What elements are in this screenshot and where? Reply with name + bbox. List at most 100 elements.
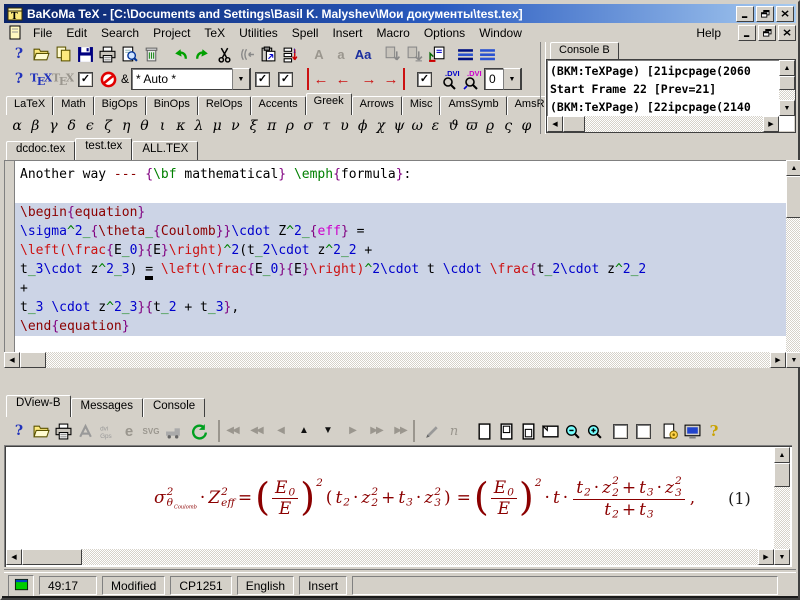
- view-full-page-icon[interactable]: [473, 420, 495, 442]
- console-hscrollbar[interactable]: ◀ ▶: [547, 116, 779, 132]
- greek-symbol-button[interactable]: μ: [208, 118, 226, 134]
- next-error-icon[interactable]: →: [358, 68, 380, 90]
- greek-symbol-button[interactable]: α: [8, 118, 26, 134]
- paste-format-icon[interactable]: [403, 43, 425, 65]
- editor-line[interactable]: \end{equation}: [15, 317, 786, 336]
- redo-icon[interactable]: [191, 43, 213, 65]
- greek-symbol-button[interactable]: β: [26, 118, 44, 134]
- scroll-right-icon[interactable]: ▶: [763, 116, 779, 132]
- mdi-minimize-icon[interactable]: [738, 25, 756, 41]
- fit-visible-icon[interactable]: [539, 420, 561, 442]
- document-icon[interactable]: [8, 25, 22, 40]
- help-icon[interactable]: ?: [8, 43, 30, 65]
- export-html-icon[interactable]: e: [118, 420, 140, 442]
- scroll-left-icon[interactable]: ◀: [6, 549, 22, 565]
- greek-symbol-button[interactable]: κ: [172, 118, 190, 134]
- scroll-up-icon[interactable]: ▲: [779, 60, 795, 76]
- first-page-icon[interactable]: ◀◀: [218, 420, 245, 442]
- paste-special-icon[interactable]: [257, 43, 279, 65]
- editor-line[interactable]: \begin{equation}: [15, 203, 786, 222]
- copy-format-icon[interactable]: [381, 43, 403, 65]
- restore-icon[interactable]: [756, 6, 774, 22]
- delete-icon[interactable]: [140, 43, 162, 65]
- menu-item-file[interactable]: File: [26, 24, 59, 42]
- greek-symbol-button[interactable]: χ: [372, 118, 390, 134]
- goto-page-icon[interactable]: n: [443, 420, 465, 442]
- print-icon[interactable]: [96, 43, 118, 65]
- help-tex-icon[interactable]: ?: [8, 68, 30, 90]
- search-dvi-icon[interactable]: .DVI: [462, 68, 484, 90]
- menu-item-spell[interactable]: Spell: [285, 24, 326, 42]
- close-icon[interactable]: [776, 6, 794, 22]
- export-pdf-icon[interactable]: [74, 420, 96, 442]
- tab-arrows[interactable]: Arrows: [352, 96, 402, 115]
- greek-symbol-button[interactable]: ϕ: [354, 118, 372, 134]
- mdi-close-icon[interactable]: [778, 25, 796, 41]
- option-1-checkbox[interactable]: [255, 72, 270, 87]
- scroll-down-icon[interactable]: ▼: [786, 352, 800, 368]
- greek-symbol-button[interactable]: ϵ: [81, 118, 99, 134]
- render-options-icon[interactable]: [659, 420, 681, 442]
- first-error-icon[interactable]: ←: [307, 68, 332, 90]
- preview-vscrollbar[interactable]: ▲ ▼: [774, 447, 790, 565]
- tab-relops[interactable]: RelOps: [198, 96, 251, 115]
- scroll-right-icon[interactable]: ▶: [770, 352, 786, 368]
- menu-item-utilities[interactable]: Utilities: [232, 24, 285, 42]
- editor-line[interactable]: t_3\cdot z^2_3) = \left(\frac{E_0}{E}\ri…: [15, 260, 786, 279]
- last-page-icon[interactable]: ▶▶: [389, 420, 415, 442]
- scroll-up-icon[interactable]: ▲: [786, 160, 800, 176]
- tab-accents[interactable]: Accents: [251, 96, 306, 115]
- inverse-search-icon[interactable]: [421, 420, 443, 442]
- scroll-left-icon[interactable]: ◀: [4, 352, 20, 368]
- save-icon[interactable]: [74, 43, 96, 65]
- scroll-up-icon[interactable]: ▲: [293, 420, 317, 442]
- about-icon[interactable]: ?: [703, 420, 725, 442]
- greek-symbol-button[interactable]: ϖ: [463, 118, 481, 134]
- menu-item-window[interactable]: Window: [472, 24, 529, 42]
- greek-symbol-button[interactable]: ζ: [99, 118, 117, 134]
- open-file-icon[interactable]: [30, 43, 52, 65]
- source-editor[interactable]: Another way --- {\bf mathematical} \emph…: [4, 160, 786, 352]
- zoom-out-icon[interactable]: [561, 420, 583, 442]
- fit-width-icon[interactable]: [517, 420, 539, 442]
- lowercase-icon[interactable]: a: [330, 43, 352, 65]
- undo-icon[interactable]: [169, 43, 191, 65]
- compile-latex-icon[interactable]: TEX: [30, 68, 52, 90]
- preview-hscrollbar[interactable]: ◀ ▶: [6, 549, 774, 565]
- greek-symbol-button[interactable]: ϑ: [445, 118, 463, 134]
- uppercase-icon[interactable]: A: [308, 43, 330, 65]
- refresh-icon[interactable]: [188, 420, 210, 442]
- scroll-thumb[interactable]: [20, 352, 46, 368]
- option-2-checkbox[interactable]: [278, 72, 293, 87]
- editor-line[interactable]: Another way --- {\bf mathematical} \emph…: [15, 165, 786, 184]
- menu-item-tex[interactable]: TeX: [197, 24, 232, 42]
- zoom-in-icon[interactable]: [583, 420, 605, 442]
- editor-line[interactable]: \left(\frac{E_0}{E}\right)^2(t_2\cdot z^…: [15, 241, 786, 260]
- menu-item-insert[interactable]: Insert: [325, 24, 369, 42]
- greek-symbol-button[interactable]: ν: [226, 118, 244, 134]
- last-error-icon[interactable]: →: [380, 68, 405, 90]
- compile-tex-icon[interactable]: TEX: [52, 68, 74, 90]
- cut-icon[interactable]: [213, 43, 235, 65]
- insert-block-icon[interactable]: [425, 43, 447, 65]
- open-dvi-icon[interactable]: [30, 420, 52, 442]
- greek-symbol-button[interactable]: ϱ: [481, 118, 499, 134]
- chevron-down-icon[interactable]: ▼: [232, 68, 250, 90]
- view-option-1-checkbox[interactable]: [613, 424, 628, 439]
- stop-compile-icon[interactable]: [97, 68, 119, 90]
- scroll-thumb[interactable]: [22, 549, 82, 565]
- print-dvi-icon[interactable]: [52, 420, 74, 442]
- scroll-right-icon[interactable]: ▶: [758, 549, 774, 565]
- error-count-combo[interactable]: 0▼: [484, 68, 522, 90]
- greek-symbol-button[interactable]: γ: [44, 118, 62, 134]
- greek-symbol-button[interactable]: ς: [499, 118, 517, 134]
- tab-test-tex[interactable]: test.tex: [75, 138, 132, 160]
- next-page-icon[interactable]: ▶: [341, 420, 365, 442]
- greek-symbol-button[interactable]: ξ: [244, 118, 262, 134]
- auto-compile-checkbox[interactable]: [78, 72, 93, 87]
- prev-error-icon[interactable]: ←: [332, 68, 354, 90]
- scroll-down-icon[interactable]: ▼: [779, 100, 795, 116]
- copy-files-icon[interactable]: [52, 43, 74, 65]
- greek-symbol-button[interactable]: ψ: [390, 118, 408, 134]
- chevron-down-icon[interactable]: ▼: [503, 68, 521, 90]
